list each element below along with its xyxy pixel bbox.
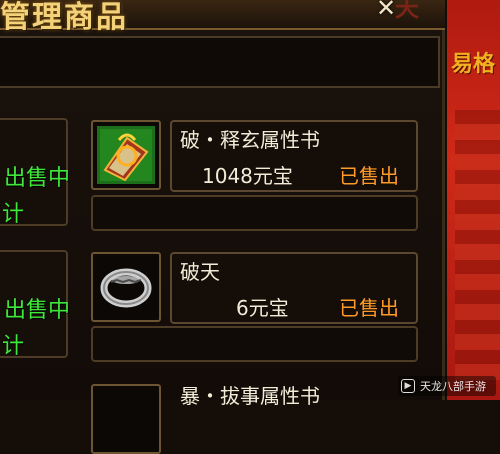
item-price: 6元宝 bbox=[236, 296, 289, 320]
item-name: 破天 bbox=[180, 260, 220, 284]
listing-status-on-sale: 出售中 bbox=[4, 166, 71, 191]
item-action-bar-1[interactable] bbox=[91, 195, 418, 231]
attribute-book-icon bbox=[97, 126, 155, 184]
item-name: 暴・拔事属性书 bbox=[180, 384, 320, 408]
listing-status-on-sale: 出售中 bbox=[4, 298, 71, 323]
window-title: 管理商品 bbox=[0, 0, 128, 35]
left-listing-card-1[interactable]: 出售中 计 bbox=[0, 118, 71, 227]
item-slot-2[interactable] bbox=[91, 252, 161, 322]
item-status-sold: 已售出 bbox=[339, 296, 399, 320]
watermark-logo-icon: ▶ bbox=[401, 379, 415, 393]
side-banner-label: 易格 bbox=[451, 52, 496, 77]
listing-sub-label: 计 bbox=[2, 202, 25, 227]
item-info-1: 破・释玄属性书 1048元宝 已售出 bbox=[170, 120, 418, 192]
header-strip bbox=[0, 36, 440, 88]
item-price: 1048元宝 bbox=[202, 164, 293, 188]
manage-goods-panel: 管理商品 出售中 计 出售中 计 破・释玄属性书 1048元宝 已售出 破天 6… bbox=[0, 0, 445, 454]
item-action-bar-2[interactable] bbox=[91, 326, 418, 362]
item-name: 破・释玄属性书 bbox=[180, 128, 320, 152]
listing-sub-label: 计 bbox=[2, 334, 25, 359]
title-decoration: 天 bbox=[395, 0, 419, 20]
item-slot-1[interactable] bbox=[91, 120, 161, 190]
left-listing-card-2[interactable]: 出售中 计 bbox=[0, 250, 71, 359]
item-slot-3[interactable] bbox=[91, 384, 161, 454]
item-info-2: 破天 6元宝 已售出 bbox=[170, 252, 418, 324]
item-status-sold: 已售出 bbox=[339, 164, 399, 188]
ring-icon bbox=[97, 258, 155, 316]
watermark: ▶ 天龙八部手游 bbox=[398, 376, 496, 396]
close-icon[interactable]: ✕ bbox=[372, 0, 400, 22]
side-banner-pattern bbox=[455, 110, 500, 380]
watermark-text: 天龙八部手游 bbox=[420, 380, 486, 393]
